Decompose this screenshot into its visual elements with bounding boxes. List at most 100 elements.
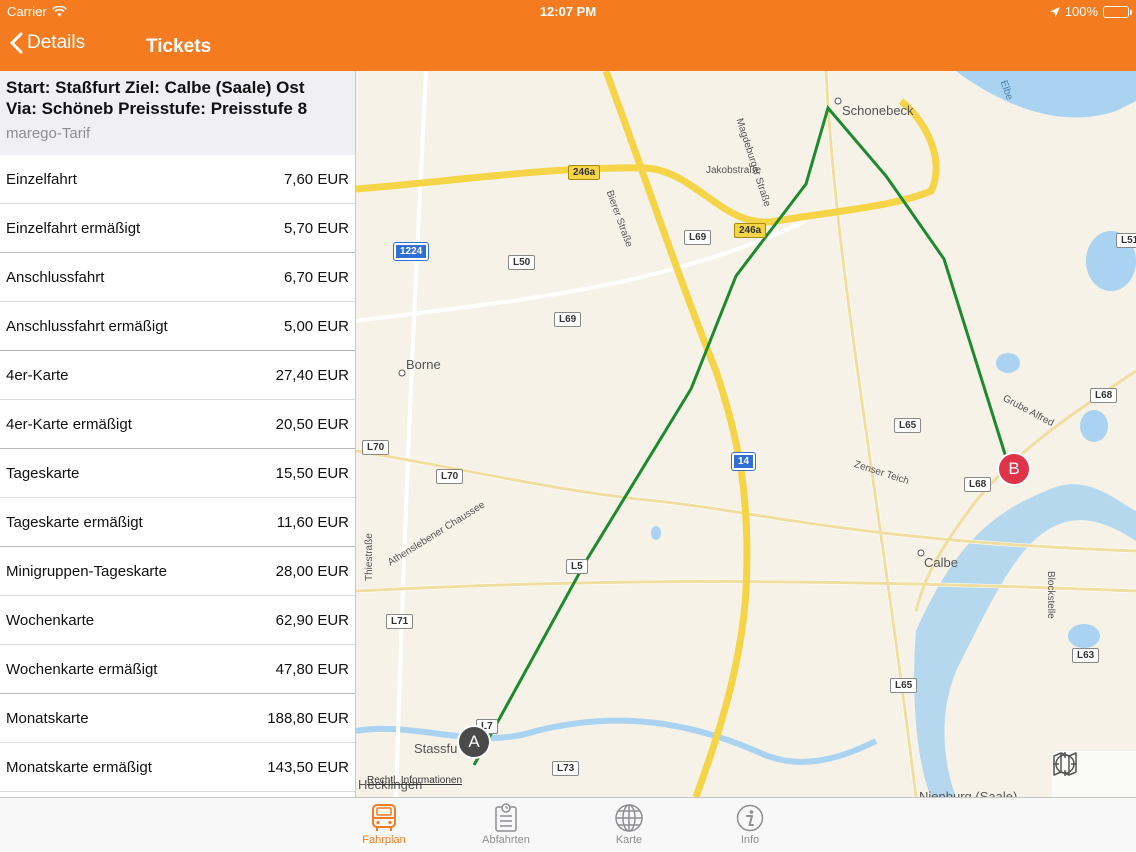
ticket-name: Anschlussfahrt ermäßigt xyxy=(6,317,168,335)
ticket-price: 188,80 EUR xyxy=(267,709,349,727)
ticket-row[interactable]: 4er-Karte ermäßigt 20,50 EUR xyxy=(0,400,355,449)
ticket-row[interactable]: Einzelfahrt 7,60 EUR xyxy=(0,155,355,204)
tarif-name: marego-Tarif xyxy=(6,125,91,142)
ticket-row[interactable]: Anschlussfahrt ermäßigt 5,00 EUR xyxy=(0,302,355,351)
road-shield: L69 xyxy=(554,312,582,327)
ticket-row[interactable]: Einzelfahrt ermäßigt 5,70 EUR xyxy=(0,204,355,253)
ticket-price: 6,70 EUR xyxy=(283,268,349,286)
ticket-list: Einzelfahrt 7,60 EUR Einzelfahrt ermäßigt… xyxy=(0,155,355,792)
ticket-row[interactable]: Wochenkarte ermäßigt 47,80 EUR xyxy=(0,645,355,694)
road-shield: L73 xyxy=(552,761,580,776)
route-map[interactable]: Schonebeck Borne Calbe Stassfu Hecklinge… xyxy=(356,71,1136,797)
ticket-name: Monatskarte xyxy=(6,709,89,727)
tab-label: Karte xyxy=(615,834,643,846)
ticket-name: 4er-Karte ermäßigt xyxy=(6,415,132,433)
ticket-row[interactable]: Monatskarte 188,80 EUR xyxy=(0,694,355,743)
map-icon xyxy=(1053,752,1077,776)
route-start-destination: Start: Staßfurt Ziel: Calbe (Saale) Ost xyxy=(6,78,305,97)
ticket-price: 5,70 EUR xyxy=(283,219,349,237)
status-time: 12:07 PM xyxy=(539,4,597,19)
place-label: Borne xyxy=(406,357,441,372)
road-shield: 1224 xyxy=(392,242,430,261)
ticket-name: Minigruppen-Tageskarte xyxy=(6,562,167,580)
ticket-row[interactable]: Tageskarte 15,50 EUR xyxy=(0,449,355,498)
ticket-price: 28,00 EUR xyxy=(275,562,349,580)
lake xyxy=(1080,410,1108,442)
road-shield: 246a xyxy=(568,165,601,180)
map-canvas xyxy=(356,71,1136,797)
ticket-name: Wochenkarte xyxy=(6,611,95,629)
tab-info[interactable]: Info xyxy=(710,802,790,846)
page-title: Tickets xyxy=(146,36,212,57)
clipboard-clock-icon xyxy=(495,803,517,832)
road-shield: 14 xyxy=(730,452,757,471)
place-label: Nienburg (Saale) xyxy=(919,789,1018,797)
tab-abfahrten[interactable]: Abfahrten xyxy=(466,802,546,846)
road-shield: L68 xyxy=(1090,388,1118,403)
lake xyxy=(996,353,1020,373)
street-label: Thiestraße xyxy=(364,533,375,581)
road-b246a xyxy=(356,98,940,226)
destination-pin[interactable]: B xyxy=(997,452,1031,486)
map-tools xyxy=(1052,751,1136,797)
ticket-price: 143,50 EUR xyxy=(267,758,349,776)
bus-icon xyxy=(372,804,396,831)
map-type-button[interactable] xyxy=(1053,752,1130,789)
tab-label: Info xyxy=(740,834,760,846)
road-shield: L51 xyxy=(1116,233,1136,248)
tab-fahrplan[interactable]: Fahrplan xyxy=(344,802,424,846)
road-shield: L50 xyxy=(508,255,536,270)
road-shield: L69 xyxy=(684,230,712,245)
road-shield: L71 xyxy=(386,614,414,629)
place-label: Schonebeck xyxy=(842,103,914,118)
tab-karte[interactable]: Karte xyxy=(589,802,669,846)
ticket-price: 20,50 EUR xyxy=(275,415,349,433)
back-button-label: Details xyxy=(27,32,86,53)
lake xyxy=(1068,624,1100,648)
tab-label: Fahrplan xyxy=(362,834,406,846)
ticket-price: 7,60 EUR xyxy=(283,170,349,188)
ticket-name: Wochenkarte ermäßigt xyxy=(6,660,158,678)
place-dot xyxy=(834,97,842,105)
place-label: Stassfu xyxy=(414,741,458,756)
place-dot xyxy=(398,369,406,377)
road-shield: L70 xyxy=(436,469,464,484)
ticket-name: Einzelfahrt xyxy=(6,170,77,188)
ticket-row[interactable]: Tageskarte ermäßigt 11,60 EUR xyxy=(0,498,355,547)
ticket-price: 47,80 EUR xyxy=(275,660,349,678)
ticket-name: Tageskarte xyxy=(6,464,80,482)
ticket-price: 5,00 EUR xyxy=(283,317,349,335)
globe-icon xyxy=(615,804,643,832)
route-header: Start: Staßfurt Ziel: Calbe (Saale) Ost … xyxy=(0,71,355,155)
ticket-row[interactable]: Minigruppen-Tageskarte 28,00 EUR xyxy=(0,547,355,596)
ticket-panel: Start: Staßfurt Ziel: Calbe (Saale) Ost … xyxy=(0,71,356,797)
info-icon xyxy=(736,804,764,832)
ticket-price: 62,90 EUR xyxy=(275,611,349,629)
navigation-bar: Details Tickets xyxy=(0,24,1136,71)
legal-info-link[interactable]: Rechtl. Informationen xyxy=(367,775,462,786)
ticket-row[interactable]: 4er-Karte 27,40 EUR xyxy=(0,351,355,400)
back-button[interactable]: Details xyxy=(10,32,85,54)
chevron-left-icon xyxy=(10,32,23,54)
road-shield: L63 xyxy=(1072,648,1100,663)
location-arrow-icon xyxy=(1049,6,1060,17)
tab-label: Abfahrten xyxy=(482,834,530,846)
route-via-price-level: Via: Schöneb Preisstufe: Preisstufe 8 xyxy=(6,99,308,118)
ticket-name: Anschlussfahrt xyxy=(6,268,105,286)
tab-bar: Fahrplan Abfahrten Karte Info xyxy=(0,797,1136,852)
ticket-price: 11,60 EUR xyxy=(276,513,349,531)
road-shield: L5 xyxy=(566,559,588,574)
start-pin[interactable]: A xyxy=(457,725,491,759)
ticket-row[interactable]: Anschlussfahrt 6,70 EUR xyxy=(0,253,355,302)
status-bar: Carrier 12:07 PM 100% xyxy=(0,0,1136,24)
ticket-row[interactable]: Monatskarte ermäßigt 143,50 EUR xyxy=(0,743,355,792)
place-label: Calbe xyxy=(924,555,958,570)
top-bar: Carrier 12:07 PM 100% Details Tickets xyxy=(0,0,1136,71)
road-shield: 246a xyxy=(734,223,767,238)
battery-icon xyxy=(1103,5,1132,18)
ticket-row[interactable]: Wochenkarte 62,90 EUR xyxy=(0,596,355,645)
ticket-name: 4er-Karte xyxy=(6,366,69,384)
battery-percent: 100% xyxy=(1064,4,1098,19)
road-shield: L68 xyxy=(964,477,992,492)
ticket-price: 27,40 EUR xyxy=(275,366,349,384)
